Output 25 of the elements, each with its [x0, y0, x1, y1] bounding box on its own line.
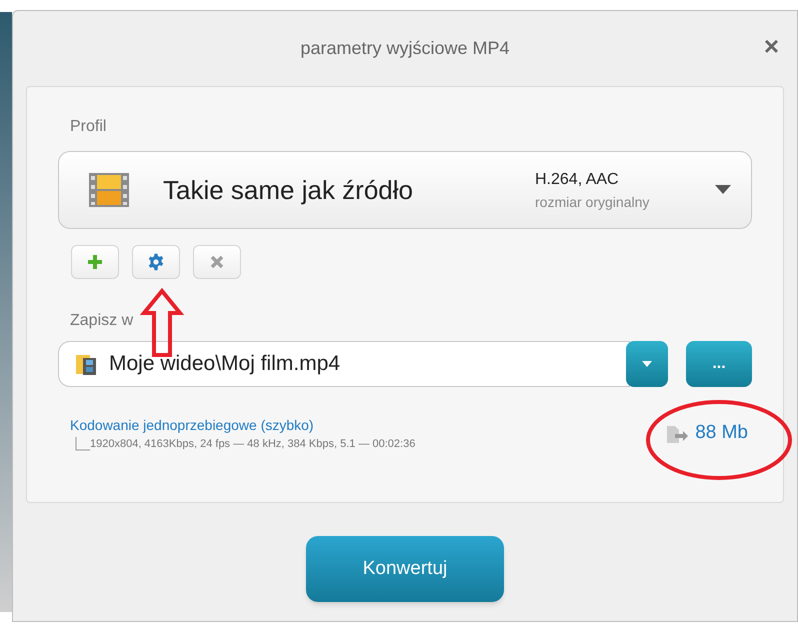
path-field[interactable]: Moje wideo\Moj film.mp4: [58, 341, 630, 387]
window-title: parametry wyjściowe MP4: [300, 37, 510, 60]
encoding-link[interactable]: Kodowanie jednoprzebiegowe (szybko): [70, 415, 666, 436]
settings-button[interactable]: [132, 245, 180, 279]
file-size: 88 Mb: [695, 421, 748, 445]
caret-icon: [715, 185, 731, 195]
profile-name: Takie same jak źródło: [163, 174, 414, 206]
browse-button[interactable]: ...: [686, 341, 752, 387]
plus-icon: [87, 254, 103, 270]
profile-dropdown[interactable]: Takie same jak źródło H.264, AAC rozmiar oryginalny: [58, 151, 752, 229]
caret-icon: [642, 361, 652, 367]
delete-button[interactable]: [193, 245, 241, 279]
film-icon: [87, 171, 131, 209]
profile-codecs: H.264, AAC: [535, 170, 620, 190]
folder-icon: [75, 352, 97, 376]
close-icon: [210, 255, 224, 269]
add-button[interactable]: [71, 245, 119, 279]
save-label: Zapisz w: [70, 312, 134, 329]
encoding-details: 1920x804, 4163Kbps, 24 fps — 48 kHz, 384 Kbps, 5.1 — 00:02:36: [90, 437, 416, 452]
profile-label: Profil: [70, 117, 108, 137]
convert-button[interactable]: Konwertuj: [306, 536, 504, 602]
close-button[interactable]: ×: [764, 33, 779, 59]
settings-icon: [147, 253, 165, 271]
profile-size: rozmiar oryginalny: [535, 192, 650, 212]
dropdown-button[interactable]: [626, 341, 668, 387]
